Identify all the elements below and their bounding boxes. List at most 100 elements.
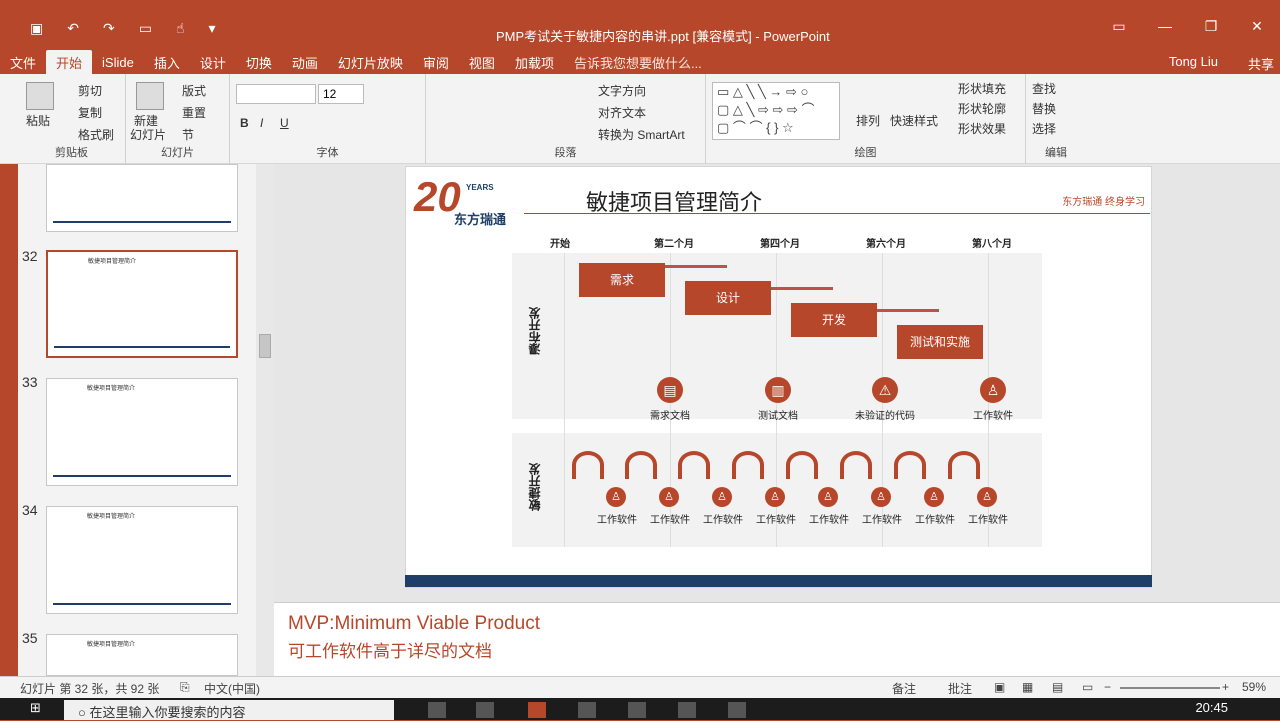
align-text-button[interactable]: 对齐文本 [598, 104, 646, 121]
font-size-input[interactable]: 12 [318, 84, 364, 104]
current-slide[interactable]: 20 YEARS 东方瑞通 敏捷项目管理简介 东方瑞通 终身学习 开始 第二个月… [405, 166, 1152, 588]
zoom-in-icon[interactable]: + [1222, 680, 1229, 694]
user-name[interactable]: Tong Liu [1169, 54, 1218, 69]
tab-insert[interactable]: 插入 [144, 50, 190, 75]
scrollbar-thumb[interactable] [259, 334, 271, 358]
worker-icon: ♙ [977, 487, 997, 507]
tell-me-box[interactable]: 告诉我您想要做什么... [574, 53, 702, 72]
comments-toggle-button[interactable]: 批注 [948, 680, 972, 697]
touch-mode-icon[interactable]: ☝ [176, 20, 185, 37]
slides-group: 新建 幻灯片 版式 重置 节 幻灯片 [126, 74, 230, 164]
share-button[interactable]: 共享 [1248, 54, 1274, 73]
tab-home[interactable]: 开始 [46, 49, 93, 75]
normal-view-icon[interactable]: ▣ [994, 680, 1005, 694]
language-indicator[interactable]: 中文(中国) [204, 680, 260, 697]
font-name-input[interactable] [236, 84, 316, 104]
find-button[interactable]: 查找 [1032, 80, 1056, 97]
tab-islide[interactable]: iSlide [92, 52, 144, 73]
ribbon-display-icon[interactable]: ▭ [1096, 18, 1142, 35]
tab-review[interactable]: 审阅 [413, 50, 459, 75]
worker-icon: ♙ [924, 487, 944, 507]
format-painter-button[interactable]: 格式刷 [78, 126, 114, 143]
worker-icon: ♙ [765, 487, 785, 507]
close-icon[interactable]: ✕ [1234, 18, 1280, 35]
restore-icon[interactable]: ❐ [1188, 18, 1234, 35]
tab-view[interactable]: 视图 [459, 50, 505, 75]
title-bar: ▣ ↶ ↷ ▭ ☝ ▾ PMP考试关于敏捷内容的串讲.ppt [兼容模式] - … [0, 0, 1280, 50]
notes-pane[interactable]: MVP:Minimum Viable Product 可工作软件高于详尽的文档 [274, 602, 1280, 676]
underline-button[interactable]: U [280, 116, 289, 130]
windows-start-icon[interactable]: ⊞ [30, 700, 41, 716]
warning-icon: ⚠ [872, 377, 898, 403]
tab-transitions[interactable]: 切换 [236, 50, 282, 75]
taskbar-app-icon[interactable] [678, 702, 696, 718]
undo-icon[interactable]: ↶ [67, 20, 79, 37]
arrange-button[interactable]: 排列 [856, 112, 880, 129]
zoom-out-icon[interactable]: − [1104, 680, 1111, 694]
flow-arrow [665, 265, 727, 268]
shape-effects-button[interactable]: 形状效果 [958, 120, 1006, 137]
taskbar-app-icon[interactable] [728, 702, 746, 718]
zoom-level[interactable]: 59% [1242, 680, 1266, 694]
text-direction-button[interactable]: 文字方向 [598, 82, 646, 99]
zoom-slider[interactable] [1120, 687, 1220, 689]
slideshow-icon[interactable]: ▭ [139, 20, 152, 37]
quick-styles-button[interactable]: 快速样式 [890, 112, 938, 129]
cut-button[interactable]: 剪切 [78, 82, 102, 99]
smartart-button[interactable]: 转换为 SmartArt [598, 126, 685, 143]
tab-addins[interactable]: 加载项 [505, 50, 564, 75]
powerpoint-taskbar-icon[interactable] [528, 702, 546, 718]
notes-toggle-button[interactable]: 备注 [892, 680, 916, 697]
slide-sorter-icon[interactable]: ▦ [1022, 680, 1033, 694]
paste-icon[interactable] [26, 82, 54, 113]
slide-thumbnail[interactable]: 敏捷项目管理简介 [46, 506, 238, 614]
clipboard-label: 剪贴板 [55, 147, 88, 159]
taskbar-app-icon[interactable] [578, 702, 596, 718]
shape-fill-button[interactable]: 形状填充 [958, 80, 1006, 97]
slideshow-view-icon[interactable]: ▭ [1082, 680, 1093, 694]
flow-arrow [771, 287, 833, 290]
paste-button[interactable]: 粘贴 [26, 112, 50, 129]
shape-outline-button[interactable]: 形状轮廓 [958, 100, 1006, 117]
worker-icon: ♙ [606, 487, 626, 507]
shapes-gallery[interactable]: ▭ △ ╲ ╲ → ⇨ ○ ▢ △ ╲ ⇨ ⇨ ⇨ ⌒ ▢ ⌒ ⌒ { } ☆ [712, 82, 840, 140]
slide-thumbnail-selected[interactable]: 敏捷项目管理简介 [46, 250, 238, 358]
bold-button[interactable]: B [240, 116, 249, 130]
select-button[interactable]: 选择 [1032, 120, 1056, 137]
tab-file[interactable]: 文件 [0, 50, 46, 75]
taskbar-clock[interactable]: 20:45 [1195, 700, 1228, 715]
slide-thumbnail[interactable] [46, 164, 238, 232]
taskbar-search-input[interactable]: ○ 在这里输入你要搜索的内容 [64, 700, 394, 720]
reading-view-icon[interactable]: ▤ [1052, 680, 1063, 694]
save-icon[interactable]: ▣ [30, 20, 43, 37]
redo-icon[interactable]: ↷ [103, 20, 115, 37]
slide-thumbnail[interactable]: 敏捷项目管理简介 [46, 378, 238, 486]
minimize-icon[interactable]: — [1142, 18, 1188, 35]
iteration-loop-icon [948, 451, 980, 479]
clipboard-group: 粘贴 剪切 复制 格式刷 剪贴板 [18, 74, 126, 164]
working-software-label: 工作软件 [915, 515, 955, 526]
section-button[interactable]: 节 [182, 126, 194, 143]
tab-design[interactable]: 设计 [190, 50, 236, 75]
slide-thumbnail[interactable]: 敏捷项目管理简介 [46, 634, 238, 676]
reset-button[interactable]: 重置 [182, 104, 206, 121]
artifact-label: 需求文档 [650, 411, 690, 422]
italic-button[interactable]: I [260, 116, 263, 130]
taskbar-app-icon[interactable] [476, 702, 494, 718]
tab-animations[interactable]: 动画 [282, 50, 328, 75]
powerpoint-window: ▣ ↶ ↷ ▭ ☝ ▾ PMP考试关于敏捷内容的串讲.ppt [兼容模式] - … [0, 0, 1280, 720]
logo-company: 东方瑞通 [454, 212, 507, 227]
iteration-loop-icon [678, 451, 710, 479]
taskbar-app-icon[interactable] [428, 702, 446, 718]
layout-button[interactable]: 版式 [182, 82, 206, 99]
replace-button[interactable]: 替换 [1032, 100, 1056, 117]
customize-qat-icon[interactable]: ▾ [208, 20, 215, 37]
taskbar-app-icon[interactable] [628, 702, 646, 718]
copy-button[interactable]: 复制 [78, 104, 102, 121]
flow-arrow [877, 309, 939, 312]
tab-slideshow[interactable]: 幻灯片放映 [328, 50, 413, 75]
search-placeholder: 在这里输入你要搜索的内容 [89, 705, 246, 720]
thumbnail-scrollbar[interactable] [256, 164, 274, 676]
proofing-icon[interactable]: ⎘ [180, 680, 190, 695]
new-slide-icon[interactable] [136, 82, 164, 113]
